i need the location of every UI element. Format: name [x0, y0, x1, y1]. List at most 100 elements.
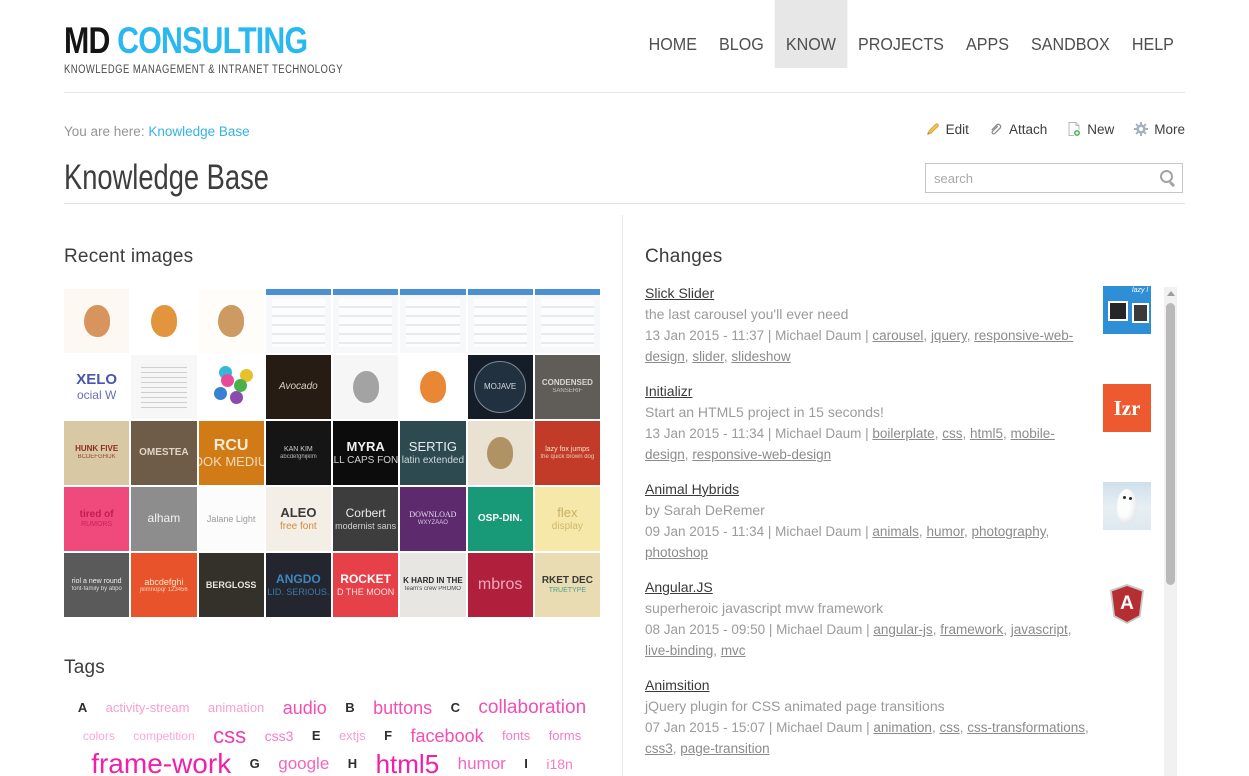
image-thumbnail[interactable]	[131, 289, 196, 353]
image-thumbnail[interactable]: Avocado	[266, 355, 331, 419]
nav-item-home[interactable]: HOME	[638, 0, 708, 68]
change-entry-tag-link[interactable]: slideshow	[731, 349, 790, 364]
change-entry-tag-link[interactable]: slider	[692, 349, 724, 364]
change-entry-tag-link[interactable]: photoshop	[645, 545, 708, 560]
image-thumbnail[interactable]: SERTIGlatin extended	[400, 421, 465, 485]
image-thumbnail[interactable]	[64, 289, 129, 353]
change-entry-title-link[interactable]: Initializr	[645, 383, 692, 399]
toolbar-action-attach[interactable]: Attach	[988, 121, 1047, 137]
change-entry-tag-link[interactable]: javascript	[1011, 622, 1068, 637]
image-thumbnail[interactable]: OMESTEA	[131, 421, 196, 485]
image-thumbnail[interactable]: ANGDOLID. SERIOUS.	[266, 553, 331, 617]
tag-link-css[interactable]: css	[213, 723, 246, 748]
toolbar-action-edit[interactable]: Edit	[925, 121, 969, 137]
tag-link-frame-work[interactable]: frame-work	[91, 748, 231, 776]
change-entry-tag-link[interactable]: carousel	[872, 328, 923, 343]
change-entry-tag-link[interactable]: css3	[645, 741, 673, 756]
toolbar-action-more[interactable]: More	[1133, 121, 1185, 137]
image-thumbnail[interactable]	[535, 289, 600, 353]
image-thumbnail[interactable]	[199, 355, 264, 419]
change-entry-thumbnail[interactable]	[1103, 482, 1151, 530]
change-entry-tag-link[interactable]: jquery	[931, 328, 967, 343]
image-thumbnail[interactable]: DOWNLOADWXYZÅÄÖ	[400, 487, 465, 551]
change-entry-title-link[interactable]: Animsition	[645, 677, 710, 693]
image-thumbnail[interactable]	[266, 289, 331, 353]
change-entry-tag-link[interactable]: page-transition	[680, 741, 769, 756]
image-thumbnail[interactable]: MYRAALL CAPS FONT	[333, 421, 398, 485]
magnifier-icon[interactable]	[1157, 167, 1179, 189]
tag-link-i18n[interactable]: i18n	[546, 756, 572, 772]
image-thumbnail[interactable]: RKET DECTRUETYPE	[535, 553, 600, 617]
change-entry-tag-link[interactable]: responsive-web-design	[692, 447, 831, 462]
change-entry-tag-link[interactable]: angular-js	[873, 622, 932, 637]
change-entry-thumbnail[interactable]: lazy l	[1103, 286, 1151, 334]
change-entry-tag-link[interactable]: animation	[873, 720, 932, 735]
change-entry-tag-link[interactable]: css	[939, 720, 959, 735]
image-thumbnail[interactable]: BERGLOSS	[199, 553, 264, 617]
image-thumbnail[interactable]: HUNK FIVEBCDEFGHIJK	[64, 421, 129, 485]
change-entry-title-link[interactable]: Angular.JS	[645, 579, 713, 595]
image-thumbnail[interactable]: XELOocial W	[64, 355, 129, 419]
nav-item-know[interactable]: KNOW	[775, 0, 847, 68]
image-thumbnail[interactable]: mbros	[468, 553, 533, 617]
tag-link-google[interactable]: google	[278, 754, 329, 773]
image-thumbnail[interactable]: K HARD IN THEteam's crew PROMO	[400, 553, 465, 617]
image-thumbnail[interactable]: Jalane Light	[199, 487, 264, 551]
change-entry-tag-link[interactable]: css-transformations	[967, 720, 1085, 735]
image-thumbnail[interactable]	[333, 289, 398, 353]
change-entry-tag-link[interactable]: photography	[971, 524, 1045, 539]
image-thumbnail[interactable]: alham	[131, 487, 196, 551]
change-entry-thumbnail[interactable]: A	[1103, 580, 1151, 628]
tag-link-activity-stream[interactable]: activity-stream	[106, 700, 190, 715]
change-entry-tag-link[interactable]: live-binding	[645, 643, 713, 658]
tag-link-css3[interactable]: css3	[265, 728, 294, 744]
change-entry-tag-link[interactable]: animals	[872, 524, 919, 539]
change-entry-tag-link[interactable]: framework	[940, 622, 1003, 637]
change-entry-tag-link[interactable]: css	[942, 426, 962, 441]
image-thumbnail[interactable]	[333, 355, 398, 419]
tag-link-collaboration[interactable]: collaboration	[478, 697, 586, 718]
change-entry-thumbnail[interactable]: Izr	[1103, 384, 1151, 432]
tag-link-buttons[interactable]: buttons	[373, 698, 432, 718]
nav-item-sandbox[interactable]: SANDBOX	[1020, 0, 1121, 68]
image-thumbnail[interactable]: Corbertmodernist sans	[333, 487, 398, 551]
image-thumbnail[interactable]: ALEOfree font	[266, 487, 331, 551]
image-thumbnail[interactable]	[400, 355, 465, 419]
image-thumbnail[interactable]	[131, 355, 196, 419]
image-thumbnail[interactable]: CONDENSEDSANSERIF	[535, 355, 600, 419]
tag-link-facebook[interactable]: facebook	[411, 726, 484, 746]
change-entry-tag-link[interactable]: mvc	[721, 643, 746, 658]
tag-link-extjs[interactable]: extjs	[339, 728, 366, 743]
image-thumbnail[interactable]: tired ofRUMORS	[64, 487, 129, 551]
image-thumbnail[interactable]	[468, 289, 533, 353]
breadcrumb-link-knowledge-base[interactable]: Knowledge Base	[148, 124, 249, 139]
image-thumbnail[interactable]: RCUBOOK MEDIUM	[199, 421, 264, 485]
change-entry-tag-link[interactable]: boilerplate	[872, 426, 934, 441]
nav-item-apps[interactable]: APPS	[955, 0, 1020, 68]
changes-scrollbar[interactable]	[1164, 287, 1177, 776]
toolbar-action-new[interactable]: New	[1066, 121, 1114, 137]
image-thumbnail[interactable]	[199, 289, 264, 353]
change-entry-title-link[interactable]: Slick Slider	[645, 285, 714, 301]
image-thumbnail[interactable]: abcdefghijklmnopqr 123456	[131, 553, 196, 617]
tag-link-html5[interactable]: html5	[376, 749, 440, 776]
tag-link-forms[interactable]: forms	[549, 728, 582, 743]
tag-link-colors[interactable]: colors	[83, 729, 115, 743]
change-entry-tag-link[interactable]: humor	[926, 524, 964, 539]
nav-item-blog[interactable]: BLOG	[708, 0, 775, 68]
image-thumbnail[interactable]	[468, 421, 533, 485]
image-thumbnail[interactable]: riol a new roundfont-family by atipo	[64, 553, 129, 617]
image-thumbnail[interactable]: lazy fox jumpsthe quick brown dog	[535, 421, 600, 485]
tag-link-fonts[interactable]: fonts	[502, 728, 530, 743]
tag-link-audio[interactable]: audio	[283, 698, 327, 718]
scroll-up-arrow-icon[interactable]	[1164, 287, 1177, 300]
nav-item-help[interactable]: HELP	[1121, 0, 1185, 68]
image-thumbnail[interactable]: ROCKETD THE MOON	[333, 553, 398, 617]
tag-link-animation[interactable]: animation	[208, 700, 264, 715]
change-entry-tag-link[interactable]: html5	[970, 426, 1003, 441]
tag-link-humor[interactable]: humor	[458, 754, 506, 773]
brand-logo[interactable]: MD CONSULTING KNOWLEDGE MANAGEMENT & INT…	[64, 22, 343, 76]
change-entry-title-link[interactable]: Animal Hybrids	[645, 481, 739, 497]
image-thumbnail[interactable]: OSP-DIN.	[468, 487, 533, 551]
scrollbar-thumb[interactable]	[1166, 303, 1175, 585]
